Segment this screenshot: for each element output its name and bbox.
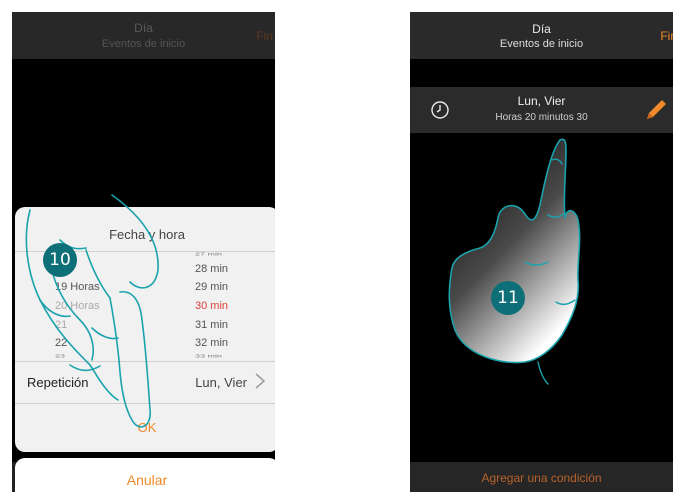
right-phone-screen: Día Eventos de inicio Fin Lun, Vier Hora… [410, 12, 673, 492]
dialog-title: Fecha y hora [109, 227, 185, 242]
minute-option[interactable]: 32 min [195, 337, 228, 349]
hour-option[interactable]: 21 [55, 319, 67, 331]
event-days: Lun, Vier [517, 94, 566, 108]
add-condition-label: Agregar una condición [481, 471, 602, 485]
right-nav-subtitle: Eventos de inicio [499, 38, 584, 50]
hour-option[interactable]: 23 [55, 353, 65, 359]
left-nav-subtitle: Eventos de inicio [101, 38, 186, 50]
start-event-row[interactable]: Lun, Vier Horas 20 minutos 30 [410, 87, 673, 133]
minute-option[interactable]: 29 min [195, 281, 228, 293]
step-10-badge: 10 [43, 243, 77, 277]
minute-option[interactable]: 28 min [195, 263, 228, 275]
minute-option[interactable]: 33 min [195, 353, 222, 359]
add-condition-button[interactable]: Agregar una condición [410, 462, 673, 492]
pencil-icon[interactable] [643, 97, 669, 123]
right-nav-bar: Día Eventos de inicio Fin [410, 12, 673, 59]
repetition-row[interactable]: Repetición Lun, Vier [15, 362, 275, 402]
repetition-value: Lun, Vier [195, 375, 247, 390]
hour-option-selected[interactable]: 20 Horas [55, 300, 100, 312]
minute-option[interactable]: 27 min [195, 251, 222, 257]
cancel-label: Anular [126, 472, 168, 488]
repetition-label: Repetición [27, 375, 89, 390]
ok-button[interactable]: OK [15, 403, 275, 451]
hour-option[interactable]: 19 Horas [55, 281, 100, 293]
cancel-button[interactable]: Anular [15, 458, 275, 492]
step-11-badge: 11 [491, 281, 525, 315]
left-done-button[interactable]: Fin [256, 29, 273, 43]
right-done-button[interactable]: Fin [660, 29, 673, 43]
chevron-right-icon [255, 373, 266, 389]
left-nav-bar: Día Eventos de inicio Fin [12, 12, 275, 59]
right-nav-title: Día [532, 22, 551, 36]
event-time: Horas 20 minutos 30 [495, 112, 588, 123]
minute-option[interactable]: 31 min [195, 319, 228, 331]
minute-option-selected[interactable]: 30 min [195, 300, 228, 312]
ok-label: OK [137, 420, 157, 435]
left-nav-title: Día [134, 21, 153, 35]
hour-option[interactable]: 22 [55, 337, 67, 349]
